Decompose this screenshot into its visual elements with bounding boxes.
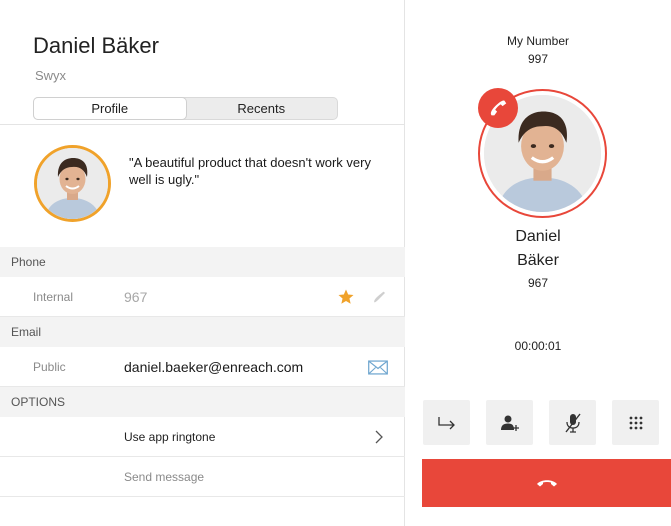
option-label: Send message (124, 470, 205, 484)
star-icon[interactable] (336, 287, 356, 307)
email-row[interactable]: Public daniel.baeker@enreach.com (0, 347, 405, 387)
section-header-options: OPTIONS (0, 387, 405, 417)
section-header-phone: Phone (0, 247, 405, 277)
tab-profile[interactable]: Profile (34, 98, 186, 119)
option-use-app-ringtone[interactable]: Use app ringtone (0, 417, 405, 457)
phone-icon (490, 100, 507, 116)
hangup-button[interactable] (422, 459, 671, 507)
email-address[interactable]: daniel.baeker@enreach.com (124, 347, 303, 387)
email-label: Public (33, 360, 66, 374)
section-header-email: Email (0, 317, 405, 347)
contact-quote: "A beautiful product that doesn't work v… (129, 155, 371, 187)
phone-label: Internal (33, 290, 74, 304)
phone-row[interactable]: Internal 967 (0, 277, 405, 317)
contact-avatar (34, 145, 111, 222)
avatar-portrait-icon (37, 148, 108, 219)
contact-panel: Daniel Bäker Swyx Profile Recents "A bea… (0, 0, 405, 526)
caller-first-name: Daniel (515, 228, 561, 245)
call-status-badge (478, 88, 518, 128)
hangup-icon (536, 480, 557, 487)
caller-last-name: Bäker (517, 252, 559, 269)
forward-arrow-icon (437, 416, 455, 429)
phone-number[interactable]: 967 (124, 277, 147, 317)
mute-button[interactable] (549, 400, 596, 445)
option-label: Use app ringtone (124, 430, 216, 444)
envelope-icon[interactable] (368, 357, 388, 377)
option-send-message[interactable]: Send message (0, 457, 405, 497)
call-duration: 00:00:01 (514, 339, 562, 353)
my-number: 997 (527, 52, 549, 66)
caller-number: 967 (527, 276, 549, 290)
microphone-off-icon (564, 413, 581, 433)
divider (0, 124, 405, 125)
view-switcher: Profile Recents (33, 97, 338, 120)
contact-company: Swyx (35, 68, 67, 83)
transfer-button[interactable] (423, 400, 470, 445)
tab-recents[interactable]: Recents (186, 98, 338, 119)
keypad-button[interactable] (612, 400, 659, 445)
add-participant-button[interactable] (486, 400, 533, 445)
chevron-right-icon (369, 427, 389, 447)
my-number-label: My Number (506, 34, 569, 48)
active-call-panel: My Number 997 Daniel Bäker 967 00:00:01 (405, 0, 671, 526)
phone-icon[interactable] (369, 287, 389, 307)
dialpad-icon (629, 416, 642, 429)
contact-name: Daniel Bäker (33, 33, 159, 58)
add-person-icon (500, 415, 519, 431)
